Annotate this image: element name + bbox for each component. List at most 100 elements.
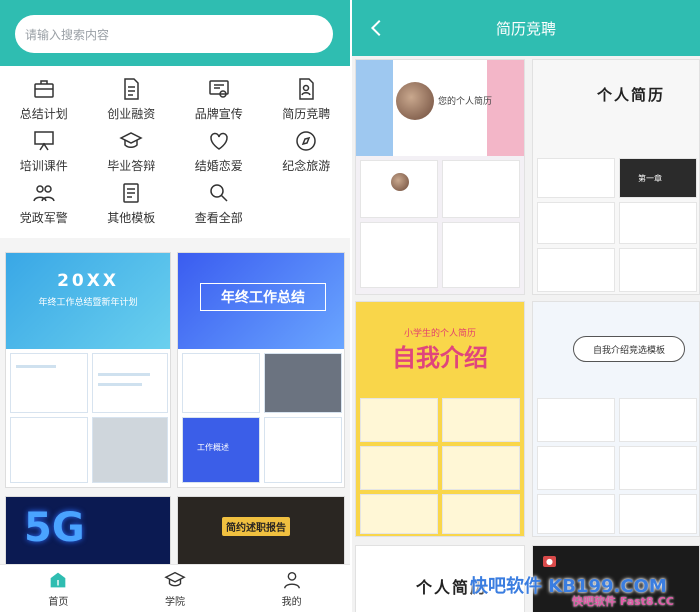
template-title: 您的个人简历 <box>438 97 493 107</box>
category-other[interactable]: 其他模板 <box>88 180 176 232</box>
screenshot-root: 请输入搜索内容 总结计划 创业融资 品牌宣传 简历竞聘 培训课件 毕业答辩 结婚… <box>0 0 700 612</box>
category-label: 创业融资 <box>107 107 156 121</box>
resume-template-card[interactable]: 小学生的个人简历 自我介绍 <box>355 301 525 537</box>
slide-thumbnail <box>182 353 260 413</box>
resume-template-card[interactable]: 您的个人简历 <box>355 59 525 295</box>
template-title: 简约述职报告 <box>222 517 290 536</box>
template-card-year-summary[interactable]: 年终工作总结 工作概述 <box>177 252 345 488</box>
slide-thumbnail <box>619 248 697 292</box>
template-cover: 您的个人简历 <box>356 60 524 156</box>
slide-thumbnail <box>537 494 615 534</box>
template-title: 自我介绍竞选模板 <box>573 336 685 362</box>
search-input[interactable]: 请输入搜索内容 <box>15 15 333 53</box>
category-summary-plan[interactable]: 总结计划 <box>0 76 88 128</box>
category-label: 结婚恋爱 <box>194 159 243 173</box>
template-feed: 20XX 年终工作总结暨新年计划 年终工作总结 工作概述 5G 简约述职报告 <box>0 244 350 566</box>
category-resume[interactable]: 简历竞聘 <box>263 76 351 128</box>
tab-mine[interactable]: 我的 <box>233 565 350 612</box>
watermark-sub: 快吧软件 Fast8.CC <box>572 595 674 608</box>
slide-line <box>98 383 142 386</box>
category-government[interactable]: 党政军警 <box>0 180 88 232</box>
category-view-all[interactable]: 查看全部 <box>175 180 263 232</box>
resume-icon <box>292 76 320 102</box>
slide-thumbnail <box>442 398 520 442</box>
document-icon <box>117 76 145 102</box>
easel-icon <box>30 128 58 154</box>
slide-thumbnail <box>619 398 697 442</box>
chevron-left-icon <box>370 19 381 37</box>
resume-template-card[interactable]: 个人简历 第一章 <box>532 59 700 295</box>
slide-thumbnail: 工作概述 <box>182 417 260 483</box>
slide-thumbnail <box>442 446 520 490</box>
slide-line <box>16 365 56 368</box>
slide-thumbnail <box>360 160 438 218</box>
slide-thumbnail <box>360 446 438 490</box>
slide-thumbnail <box>537 158 615 198</box>
back-button[interactable] <box>366 16 390 40</box>
tab-home[interactable]: 首页 <box>0 565 117 612</box>
avatar <box>396 82 434 120</box>
heart-icon <box>205 128 233 154</box>
slide-thumbnail: 第一章 <box>619 158 697 198</box>
category-travel[interactable]: 纪念旅游 <box>263 128 351 180</box>
resume-screen: 简历竞聘 您的个人简历 个人简历 第一章 小学生的个人简历 自我介绍 自我介绍竞… <box>352 0 700 612</box>
user-icon <box>283 571 300 589</box>
slide-thumbnail <box>619 202 697 244</box>
slide-thumbnail <box>619 446 697 490</box>
briefcase-icon <box>30 76 58 102</box>
slide-thumbnail <box>264 417 342 483</box>
slide-thumbnail <box>10 353 88 413</box>
category-label: 纪念旅游 <box>282 159 331 173</box>
slide-thumbnail <box>537 248 615 292</box>
category-wedding[interactable]: 结婚恋爱 <box>175 128 263 180</box>
search-doc-icon <box>205 180 233 206</box>
template-title: 5G <box>24 505 85 551</box>
template-title: 个人简历 <box>597 86 666 104</box>
slide-thumbnail <box>442 160 520 218</box>
slide-thumbnail <box>442 494 520 534</box>
template-subtitle: 年终工作总结暨新年计划 <box>38 298 138 308</box>
tab-academy[interactable]: 学院 <box>117 565 234 612</box>
slide-thumbnail <box>264 353 342 413</box>
category-label: 党政军警 <box>19 211 68 225</box>
category-label: 其他模板 <box>107 211 156 225</box>
category-label: 查看全部 <box>194 211 243 225</box>
certificate-icon <box>205 76 233 102</box>
template-card-5g[interactable]: 5G <box>5 496 171 566</box>
template-tag: ● <box>543 556 556 567</box>
slide-line <box>98 373 150 376</box>
slide-thumbnail <box>360 222 438 288</box>
template-title: 20XX <box>57 271 119 291</box>
category-label: 简历竞聘 <box>282 107 331 121</box>
slide-section-label: 第一章 <box>638 174 662 183</box>
avatar <box>391 173 409 191</box>
slide-thumbnail <box>537 398 615 442</box>
category-label: 毕业答辩 <box>107 159 156 173</box>
category-graduation[interactable]: 毕业答辩 <box>88 128 176 180</box>
template-title: 自我介绍 <box>392 344 488 372</box>
category-startup-funding[interactable]: 创业融资 <box>88 76 176 128</box>
template-card-year-plan[interactable]: 20XX 年终工作总结暨新年计划 <box>5 252 171 488</box>
home-screen: 请输入搜索内容 总结计划 创业融资 品牌宣传 简历竞聘 培训课件 毕业答辩 结婚… <box>0 0 350 612</box>
template-cover: 年终工作总结 <box>178 253 344 349</box>
home-header: 请输入搜索内容 <box>0 0 350 66</box>
graduation-cap-icon <box>164 571 186 587</box>
category-label: 培训课件 <box>19 159 68 173</box>
resume-template-card[interactable]: 自我介绍竞选模板 <box>532 301 700 537</box>
resume-header: 简历竞聘 <box>352 0 700 56</box>
category-label: 品牌宣传 <box>194 107 243 121</box>
category-brand-promo[interactable]: 品牌宣传 <box>175 76 263 128</box>
slide-thumbnail <box>619 494 697 534</box>
graduation-cap-icon <box>117 128 145 154</box>
bottom-tabbar: 首页 学院 我的 <box>0 564 350 612</box>
template-card-report[interactable]: 简约述职报告 <box>177 496 345 566</box>
slide-thumbnail <box>442 222 520 288</box>
category-training[interactable]: 培训课件 <box>0 128 88 180</box>
template-cover: 20XX 年终工作总结暨新年计划 <box>6 253 170 349</box>
slide-thumbnail <box>92 417 168 483</box>
home-icon <box>50 572 66 588</box>
template-title: 年终工作总结 <box>200 283 326 311</box>
slide-thumbnail <box>360 494 438 534</box>
slide-thumbnail <box>360 398 438 442</box>
compass-icon <box>292 128 320 154</box>
